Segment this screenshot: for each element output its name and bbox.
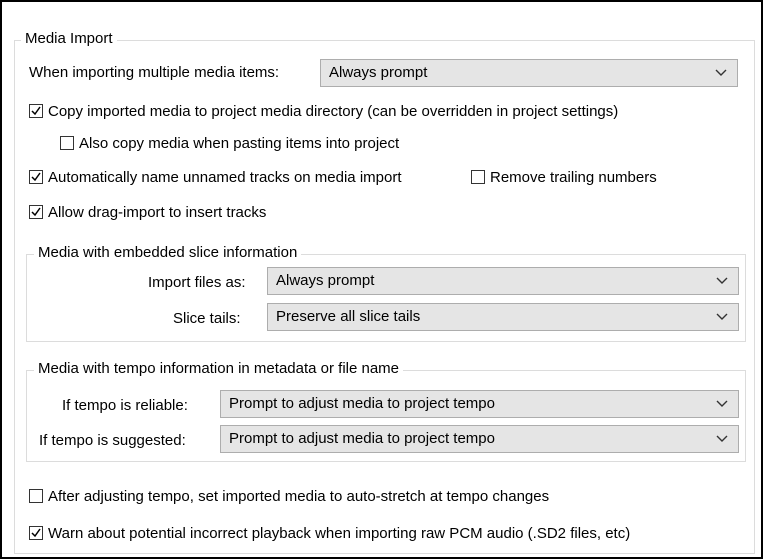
tempo-suggested-value: Prompt to adjust media to project tempo (229, 430, 495, 447)
slice-tails-value: Preserve all slice tails (276, 308, 421, 325)
remove-trailing-label: Remove trailing numbers (490, 168, 657, 186)
remove-trailing-checkbox[interactable] (471, 170, 485, 184)
auto-stretch-label: After adjusting tempo, set imported medi… (48, 487, 550, 505)
tempo-reliable-dropdown[interactable]: Prompt to adjust media to project tempo (220, 390, 739, 418)
check-icon (31, 528, 41, 538)
multiple-items-dropdown[interactable]: Always prompt (320, 59, 738, 87)
import-files-dropdown[interactable]: Always prompt (267, 267, 739, 295)
tempo-suggested-label: If tempo is suggested: (39, 432, 186, 449)
import-files-value: Always prompt (276, 272, 375, 289)
slice-tails-dropdown[interactable]: Preserve all slice tails (267, 303, 739, 331)
copy-when-pasting-label: Also copy media when pasting items into … (79, 134, 400, 152)
slice-group-title: Media with embedded slice information (34, 244, 302, 262)
tempo-reliable-value: Prompt to adjust media to project tempo (229, 395, 495, 412)
check-icon (31, 106, 41, 116)
check-icon (31, 172, 41, 182)
tempo-group-title: Media with tempo information in metadata… (34, 360, 404, 378)
chevron-down-icon (716, 400, 728, 407)
remove-trailing-checkbox-row[interactable]: Remove trailing numbers (471, 167, 657, 187)
copy-to-project-checkbox[interactable] (29, 104, 43, 118)
slice-tails-label: Slice tails: (173, 310, 241, 327)
preferences-panel: Media Import When importing multiple med… (0, 0, 763, 559)
drag-import-checkbox-row[interactable]: Allow drag-import to insert tracks (29, 202, 266, 222)
chevron-down-icon (715, 69, 727, 76)
chevron-down-icon (716, 435, 728, 442)
copy-when-pasting-checkbox[interactable] (60, 136, 74, 150)
media-import-title: Media Import (21, 30, 117, 48)
multiple-items-label: When importing multiple media items: (29, 64, 280, 81)
drag-import-checkbox[interactable] (29, 205, 43, 219)
copy-to-project-label: Copy imported media to project media dir… (48, 102, 619, 120)
auto-name-tracks-checkbox[interactable] (29, 170, 43, 184)
chevron-down-icon (716, 313, 728, 320)
chevron-down-icon (716, 277, 728, 284)
auto-stretch-checkbox[interactable] (29, 489, 43, 503)
warn-pcm-checkbox[interactable] (29, 526, 43, 540)
copy-when-pasting-checkbox-row[interactable]: Also copy media when pasting items into … (60, 133, 399, 153)
tempo-suggested-dropdown[interactable]: Prompt to adjust media to project tempo (220, 425, 739, 453)
auto-name-tracks-checkbox-row[interactable]: Automatically name unnamed tracks on med… (29, 167, 402, 187)
multiple-items-value: Always prompt (329, 64, 428, 81)
copy-to-project-checkbox-row[interactable]: Copy imported media to project media dir… (29, 101, 618, 121)
import-files-label: Import files as: (148, 274, 246, 291)
auto-stretch-checkbox-row[interactable]: After adjusting tempo, set imported medi… (29, 486, 549, 506)
drag-import-label: Allow drag-import to insert tracks (48, 203, 267, 221)
tempo-reliable-label: If tempo is reliable: (62, 397, 188, 414)
check-icon (31, 207, 41, 217)
warn-pcm-label: Warn about potential incorrect playback … (48, 524, 631, 542)
auto-name-tracks-label: Automatically name unnamed tracks on med… (48, 168, 402, 186)
warn-pcm-checkbox-row[interactable]: Warn about potential incorrect playback … (29, 523, 630, 543)
